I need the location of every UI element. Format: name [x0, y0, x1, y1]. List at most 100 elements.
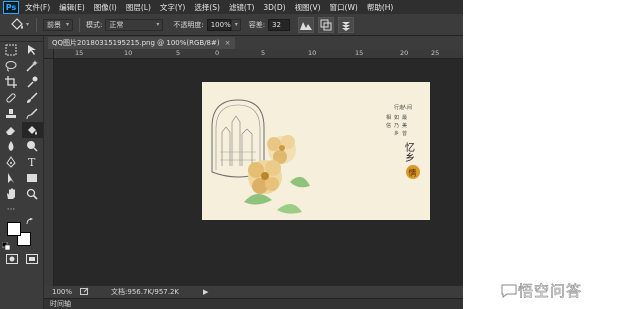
document-tab-bar: QQ图片20180315195215.png @ 100%(RGB/8#) × [44, 36, 463, 49]
document-size: 文档:956.7K/957.2K [111, 288, 179, 296]
menu-file[interactable]: 文件(F) [25, 2, 50, 13]
eraser-icon[interactable] [0, 122, 22, 138]
ruler-label: 15 [75, 49, 84, 57]
horizontal-ruler[interactable]: 15 10 5 0 5 10 15 20 25 [54, 49, 463, 59]
fill-source-value: 前景 [47, 20, 61, 29]
ruler-label: 5 [176, 49, 181, 57]
poem-char: 如 [394, 114, 399, 121]
marquee-tool-icon[interactable] [0, 42, 22, 58]
app-logo: Ps [3, 0, 19, 14]
poem-char: 相 [386, 114, 391, 121]
ruler-label: 10 [124, 49, 133, 57]
document-area: QQ图片20180315195215.png @ 100%(RGB/8#) × 1… [44, 36, 463, 309]
opacity-input[interactable]: 100% [206, 18, 231, 31]
rectangle-tool-icon[interactable] [22, 170, 44, 186]
zoom-tool-icon[interactable] [22, 186, 44, 202]
all-layers-icon[interactable] [338, 16, 355, 33]
eyedropper-icon[interactable] [22, 74, 44, 90]
ruler-label: 20 [400, 49, 409, 57]
ruler-label: 5 [261, 49, 266, 57]
poem-char: 行走 [394, 104, 404, 111]
mode-label: 模式: [86, 20, 103, 29]
blend-mode-value: 正常 [109, 20, 124, 29]
opacity-dropdown[interactable]: ▾ [230, 18, 241, 31]
history-brush-icon[interactable] [22, 106, 44, 122]
menu-3d[interactable]: 3D(D) [263, 3, 285, 12]
separator [36, 17, 37, 32]
clone-stamp-icon[interactable] [0, 106, 22, 122]
close-icon[interactable]: × [225, 39, 231, 47]
menu-type[interactable]: 文字(Y) [160, 2, 185, 13]
poem-char: 最 [402, 114, 407, 121]
menu-image[interactable]: 图像(I) [94, 2, 117, 13]
more-tools-icon[interactable]: ··· [0, 202, 22, 218]
poem-char: 信 [386, 122, 391, 129]
blur-tool-icon[interactable] [0, 138, 22, 154]
blend-mode-select[interactable]: 正常 ▾ [105, 18, 164, 31]
default-colors-icon[interactable] [1, 241, 11, 251]
tolerance-label: 容差: [248, 20, 266, 29]
crop-tool-icon[interactable] [0, 74, 22, 90]
paint-bucket-preset-icon[interactable]: ▾ [8, 17, 30, 33]
export-icon[interactable] [80, 287, 89, 297]
empty-area [463, 0, 620, 309]
ruler-label: 25 [431, 49, 440, 57]
document-tab[interactable]: QQ图片20180315195215.png @ 100%(RGB/8#) × [48, 37, 235, 49]
artwork-seal: 情 [409, 168, 417, 178]
poem-char: 乃 [394, 123, 399, 129]
status-bar: 100% 文档:956.7K/957.2K ▶ [44, 286, 463, 298]
screen-mode-icon[interactable] [26, 254, 38, 264]
zoom-level[interactable]: 100% [52, 288, 72, 296]
pen-tool-icon[interactable] [0, 154, 22, 170]
menu-window[interactable]: 窗口(W) [330, 2, 358, 13]
ruler-origin[interactable] [44, 49, 54, 59]
status-menu-arrow-icon[interactable]: ▶ [203, 288, 208, 296]
tolerance-input[interactable]: 32 [268, 18, 291, 31]
chat-bubble-icon [501, 284, 517, 298]
type-tool-icon[interactable]: T [22, 154, 44, 170]
watermark-text: 悟空问答 [518, 282, 583, 301]
poem-char: 美 [402, 122, 407, 129]
quick-mask-icon[interactable] [6, 254, 18, 264]
menu-bar: Ps 文件(F) 编辑(E) 图像(I) 图层(L) 文字(Y) 选择(S) 滤… [0, 0, 463, 14]
watermark: 悟空问答 [500, 280, 582, 301]
menu-filter[interactable]: 滤镜(T) [229, 2, 254, 13]
menu-help[interactable]: 帮助(H) [367, 2, 394, 13]
paint-bucket-icon[interactable] [21, 122, 43, 138]
document-image[interactable]: 人间 行走 最 如 美 乃 曾 乡 相 信 忆乡 情 [202, 82, 430, 220]
ruler-label: 10 [308, 49, 317, 57]
document-tab-title: QQ图片20180315195215.png @ 100%(RGB/8#) [52, 39, 220, 47]
poem-char: 乡 [394, 131, 399, 137]
chevron-down-icon: ▾ [65, 21, 69, 28]
lasso-tool-icon[interactable] [0, 58, 22, 74]
chevron-down-icon: ▾ [156, 21, 160, 28]
path-select-icon[interactable] [0, 170, 22, 186]
menu-edit[interactable]: 编辑(E) [59, 2, 85, 13]
options-bar: ▾ 前景 ▾ 模式: 正常 ▾ 不透明度: 100% ▾ 容差: 32 [0, 14, 463, 36]
menu-view[interactable]: 视图(V) [295, 2, 321, 13]
hand-tool-icon[interactable] [0, 186, 22, 202]
move-tool-icon[interactable] [22, 42, 44, 58]
menu-layer[interactable]: 图层(L) [126, 2, 151, 13]
magic-wand-icon[interactable] [22, 58, 44, 74]
photoshop-window: Ps 文件(F) 编辑(E) 图像(I) 图层(L) 文字(Y) 选择(S) 滤… [0, 0, 463, 309]
artwork-illustration: 人间 行走 最 如 美 乃 曾 乡 相 信 忆乡 情 [211, 99, 420, 214]
swap-colors-icon[interactable] [26, 217, 34, 226]
healing-brush-icon[interactable] [0, 90, 22, 106]
timeline-panel-tab[interactable]: 时间轴 [44, 298, 463, 309]
vertical-ruler[interactable] [44, 59, 54, 286]
foreground-color-swatch[interactable] [7, 222, 21, 236]
poem-char: 曾 [402, 130, 407, 137]
opacity-label: 不透明度: [173, 20, 204, 29]
brush-tool-icon[interactable] [22, 90, 44, 106]
fill-source-select[interactable]: 前景 ▾ [43, 18, 73, 31]
poem-col: 行走 [394, 104, 404, 111]
ruler-label: 0 [215, 49, 220, 57]
menu-select[interactable]: 选择(S) [194, 2, 220, 13]
toolbox: T ··· [0, 36, 44, 309]
ruler-label: 15 [355, 49, 364, 57]
dodge-tool-icon[interactable] [22, 138, 44, 154]
anti-alias-icon[interactable] [298, 16, 315, 33]
contiguous-icon[interactable] [318, 16, 335, 33]
artwork-title: 忆乡 [403, 141, 415, 162]
